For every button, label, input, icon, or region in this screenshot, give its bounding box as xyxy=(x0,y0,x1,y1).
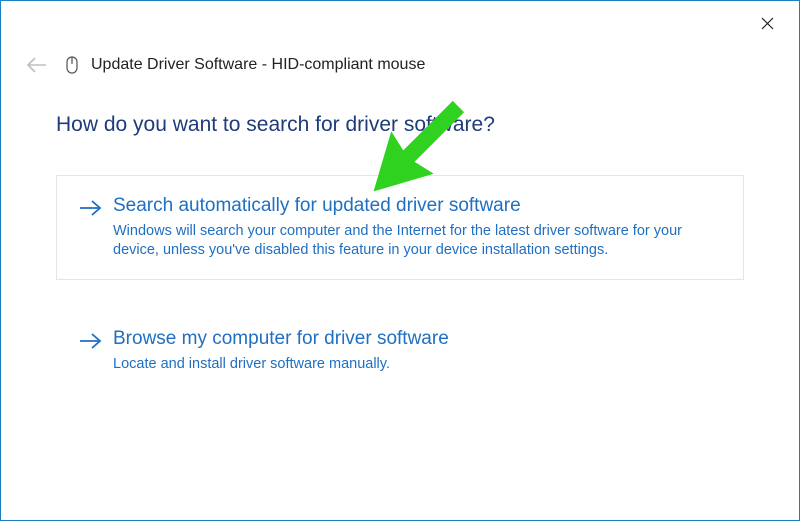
option-body: Search automatically for updated driver … xyxy=(113,194,723,261)
option-row: Browse my computer for driver software L… xyxy=(77,327,723,374)
option-browse-computer[interactable]: Browse my computer for driver software L… xyxy=(56,308,744,393)
option-title: Search automatically for updated driver … xyxy=(113,194,723,218)
main-content: How do you want to search for driver sof… xyxy=(56,113,744,421)
back-button[interactable] xyxy=(23,51,51,79)
option-description: Windows will search your computer and th… xyxy=(113,222,723,261)
back-arrow-icon xyxy=(26,56,48,74)
page-heading: How do you want to search for driver sof… xyxy=(56,113,744,137)
close-icon xyxy=(761,17,774,30)
window-title: Update Driver Software - HID-compliant m… xyxy=(91,56,425,74)
option-description: Locate and install driver software manua… xyxy=(113,355,449,375)
option-search-automatically[interactable]: Search automatically for updated driver … xyxy=(56,175,744,280)
option-title: Browse my computer for driver software xyxy=(113,327,449,351)
arrow-right-icon xyxy=(77,329,105,353)
device-icon xyxy=(63,54,81,76)
arrow-right-icon xyxy=(77,196,105,220)
option-body: Browse my computer for driver software L… xyxy=(113,327,449,374)
close-button[interactable] xyxy=(747,9,787,37)
option-row: Search automatically for updated driver … xyxy=(77,194,723,261)
wizard-header: Update Driver Software - HID-compliant m… xyxy=(23,51,425,79)
